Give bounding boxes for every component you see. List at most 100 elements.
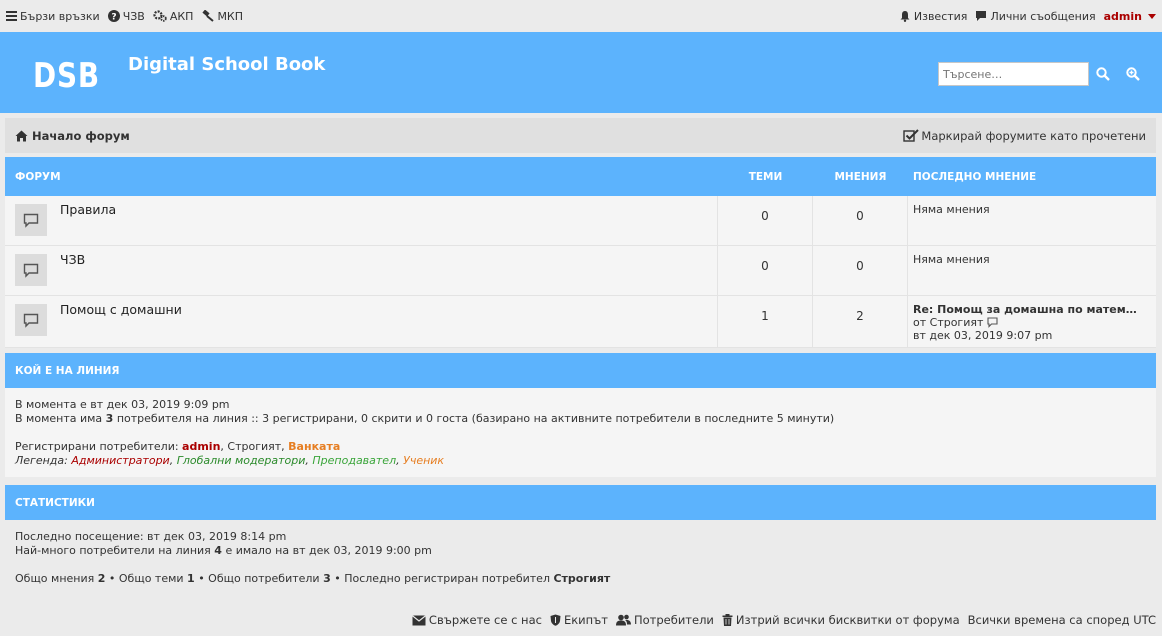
header-forum: Форум xyxy=(15,170,61,183)
header-last-post: Последно мнение xyxy=(913,170,1037,183)
contact-link[interactable]: Свържете се с нас xyxy=(412,613,542,627)
statistics-heading: Статистики xyxy=(5,485,1156,520)
delete-cookies-link[interactable]: Изтрий всички бисквитки от форума xyxy=(722,613,960,627)
site-title: Digital School Book xyxy=(128,54,326,75)
check-square-icon xyxy=(903,128,920,142)
posts-count: 0 xyxy=(813,246,908,295)
topics-count: 0 xyxy=(718,196,813,245)
header-posts: Мнения xyxy=(834,170,887,183)
hamburger-icon xyxy=(6,11,17,21)
last-post-author-line: от Строгият xyxy=(913,316,1156,329)
trash-icon xyxy=(722,614,733,626)
forum-read-icon xyxy=(15,304,47,336)
notifications-label: Известия xyxy=(913,9,968,23)
quick-links-label: Бързи връзки xyxy=(20,9,100,23)
envelope-icon xyxy=(412,614,426,625)
topics-count: 1 xyxy=(718,296,813,347)
caret-down-icon xyxy=(1148,13,1156,19)
view-latest-post-icon[interactable] xyxy=(987,317,998,328)
statistics-panel: Статистики Последно посещение: вт дек 03… xyxy=(5,485,1156,598)
last-post-info: Няма мнения xyxy=(913,253,990,266)
last-visit: Последно посещение: вт дек 03, 2019 8:14… xyxy=(15,530,287,543)
shield-icon xyxy=(550,614,561,626)
totals-line: Общо мнения 2 • Общо теми 1 • Общо потре… xyxy=(15,572,611,585)
search-input[interactable] xyxy=(938,62,1089,86)
notifications-link[interactable]: Известия xyxy=(899,9,968,23)
who-is-online-heading[interactable]: Кой е на линия xyxy=(5,353,1156,388)
last-post-title-link[interactable]: Re: Помощ за домашна по матем… xyxy=(913,303,1156,316)
legend-student[interactable]: Ученик xyxy=(403,454,444,467)
site-header: DSB Digital School Book xyxy=(0,32,1162,113)
faq-label: ЧЗВ xyxy=(122,9,145,23)
acp-link[interactable]: АКП xyxy=(153,9,194,23)
legend-administrators[interactable]: Администратори xyxy=(71,454,169,467)
forum-read-icon xyxy=(15,254,47,286)
forum-read-icon xyxy=(15,204,47,236)
user-menu[interactable]: admin xyxy=(1104,10,1156,23)
current-time: В момента е вт дек 03, 2019 9:09 pm xyxy=(15,398,230,411)
breadcrumb-home-label: Начало форум xyxy=(32,128,130,143)
forum-list: Форум Теми Мнения Последно мнение Правил… xyxy=(5,157,1156,348)
forum-row: Помощ с домашни 1 2 Re: Помощ за домашна… xyxy=(5,296,1156,348)
statistics-body: Последно посещение: вт дек 03, 2019 8:14… xyxy=(5,520,1156,598)
home-icon xyxy=(15,130,28,141)
breadcrumb-home[interactable]: Начало форум xyxy=(15,129,130,143)
delete-cookies-label: Изтрий всички бисквитки от форума xyxy=(735,613,960,627)
mcp-label: МКП xyxy=(217,9,244,23)
top-bar: Бързи връзки ? ЧЗВ АКП МКП Известия Личн… xyxy=(0,0,1162,32)
members-label: Потребители xyxy=(633,613,714,627)
mark-forums-read-label: Маркирай форумите като прочетени xyxy=(921,128,1146,143)
posts-count: 2 xyxy=(813,296,908,347)
last-post-time: вт дек 03, 2019 9:07 pm xyxy=(913,329,1053,342)
forum-title-link[interactable]: Помощ с домашни xyxy=(60,302,182,317)
forum-row: ЧЗВ 0 0 Няма мнения xyxy=(5,246,1156,296)
last-post-info: Re: Помощ за домашна по матем… от Строги… xyxy=(908,296,1156,347)
timezone-info: Всички времена са според UTC xyxy=(968,613,1156,627)
legend-line: Легенда: Администратори, Глобални модера… xyxy=(15,454,445,467)
timezone-label: Всички времена са според UTC xyxy=(967,613,1156,627)
user-link-teacher[interactable]: Ванката xyxy=(288,440,340,453)
team-link[interactable]: Екипът xyxy=(550,613,608,627)
mark-forums-read-link[interactable]: Маркирай форумите като прочетени xyxy=(903,129,1146,143)
who-is-online-panel: Кой е на линия В момента е вт дек 03, 20… xyxy=(5,353,1156,477)
search-icon[interactable] xyxy=(1096,67,1110,81)
footer-bar: Свържете се с нас Екипът Потребители Изт… xyxy=(0,604,1162,636)
site-logo[interactable]: DSB xyxy=(33,56,100,96)
faq-link[interactable]: ? ЧЗВ xyxy=(107,9,145,23)
mcp-link[interactable]: МКП xyxy=(201,10,243,23)
members-link[interactable]: Потребители xyxy=(615,613,714,627)
posts-count: 0 xyxy=(813,196,908,245)
bell-icon xyxy=(900,11,910,22)
forum-row: Правила 0 0 Няма мнения xyxy=(5,196,1156,246)
most-online-line: Най-много потребители на линия 4 е имало… xyxy=(15,544,432,557)
advanced-search-icon[interactable] xyxy=(1126,67,1140,81)
who-is-online-body: В момента е вт дек 03, 2019 9:09 pm В мо… xyxy=(5,388,1156,477)
question-icon: ? xyxy=(107,10,120,23)
topics-count: 0 xyxy=(718,246,813,295)
comment-icon xyxy=(976,11,987,21)
private-messages-link[interactable]: Лични съобщения xyxy=(975,9,1096,23)
last-post-info: Няма мнения xyxy=(913,203,990,216)
legend-global-moderators[interactable]: Глобални модератори xyxy=(177,454,306,467)
last-post-author[interactable]: от Строгият xyxy=(913,316,983,329)
quick-links-menu[interactable]: Бързи връзки xyxy=(6,10,100,23)
newest-user-link[interactable]: Строгият xyxy=(553,572,610,585)
legend-teacher[interactable]: Преподавател xyxy=(312,454,396,467)
header-topics: Теми xyxy=(748,170,783,183)
forum-title-link[interactable]: ЧЗВ xyxy=(60,252,85,267)
contact-label: Свържете се с нас xyxy=(428,613,542,627)
username: admin xyxy=(1103,9,1142,23)
team-label: Екипът xyxy=(563,613,608,627)
gavel-icon xyxy=(202,10,215,22)
svg-text:?: ? xyxy=(111,13,116,23)
registered-users-line: Регистрирани потребители: admin, Строгия… xyxy=(15,440,341,453)
online-count-line: В момента има 3 потребителя на линия :: … xyxy=(15,412,835,425)
forum-title-link[interactable]: Правила xyxy=(60,202,116,217)
acp-label: АКП xyxy=(169,9,194,23)
forum-list-header: Форум Теми Мнения Последно мнение xyxy=(5,157,1156,196)
users-icon xyxy=(615,614,631,626)
private-messages-label: Лични съобщения xyxy=(990,9,1096,23)
user-link-admin[interactable]: admin xyxy=(182,440,220,453)
cogs-icon xyxy=(153,10,167,22)
breadcrumb-bar: Начало форум Маркирай форумите като проч… xyxy=(5,118,1156,153)
